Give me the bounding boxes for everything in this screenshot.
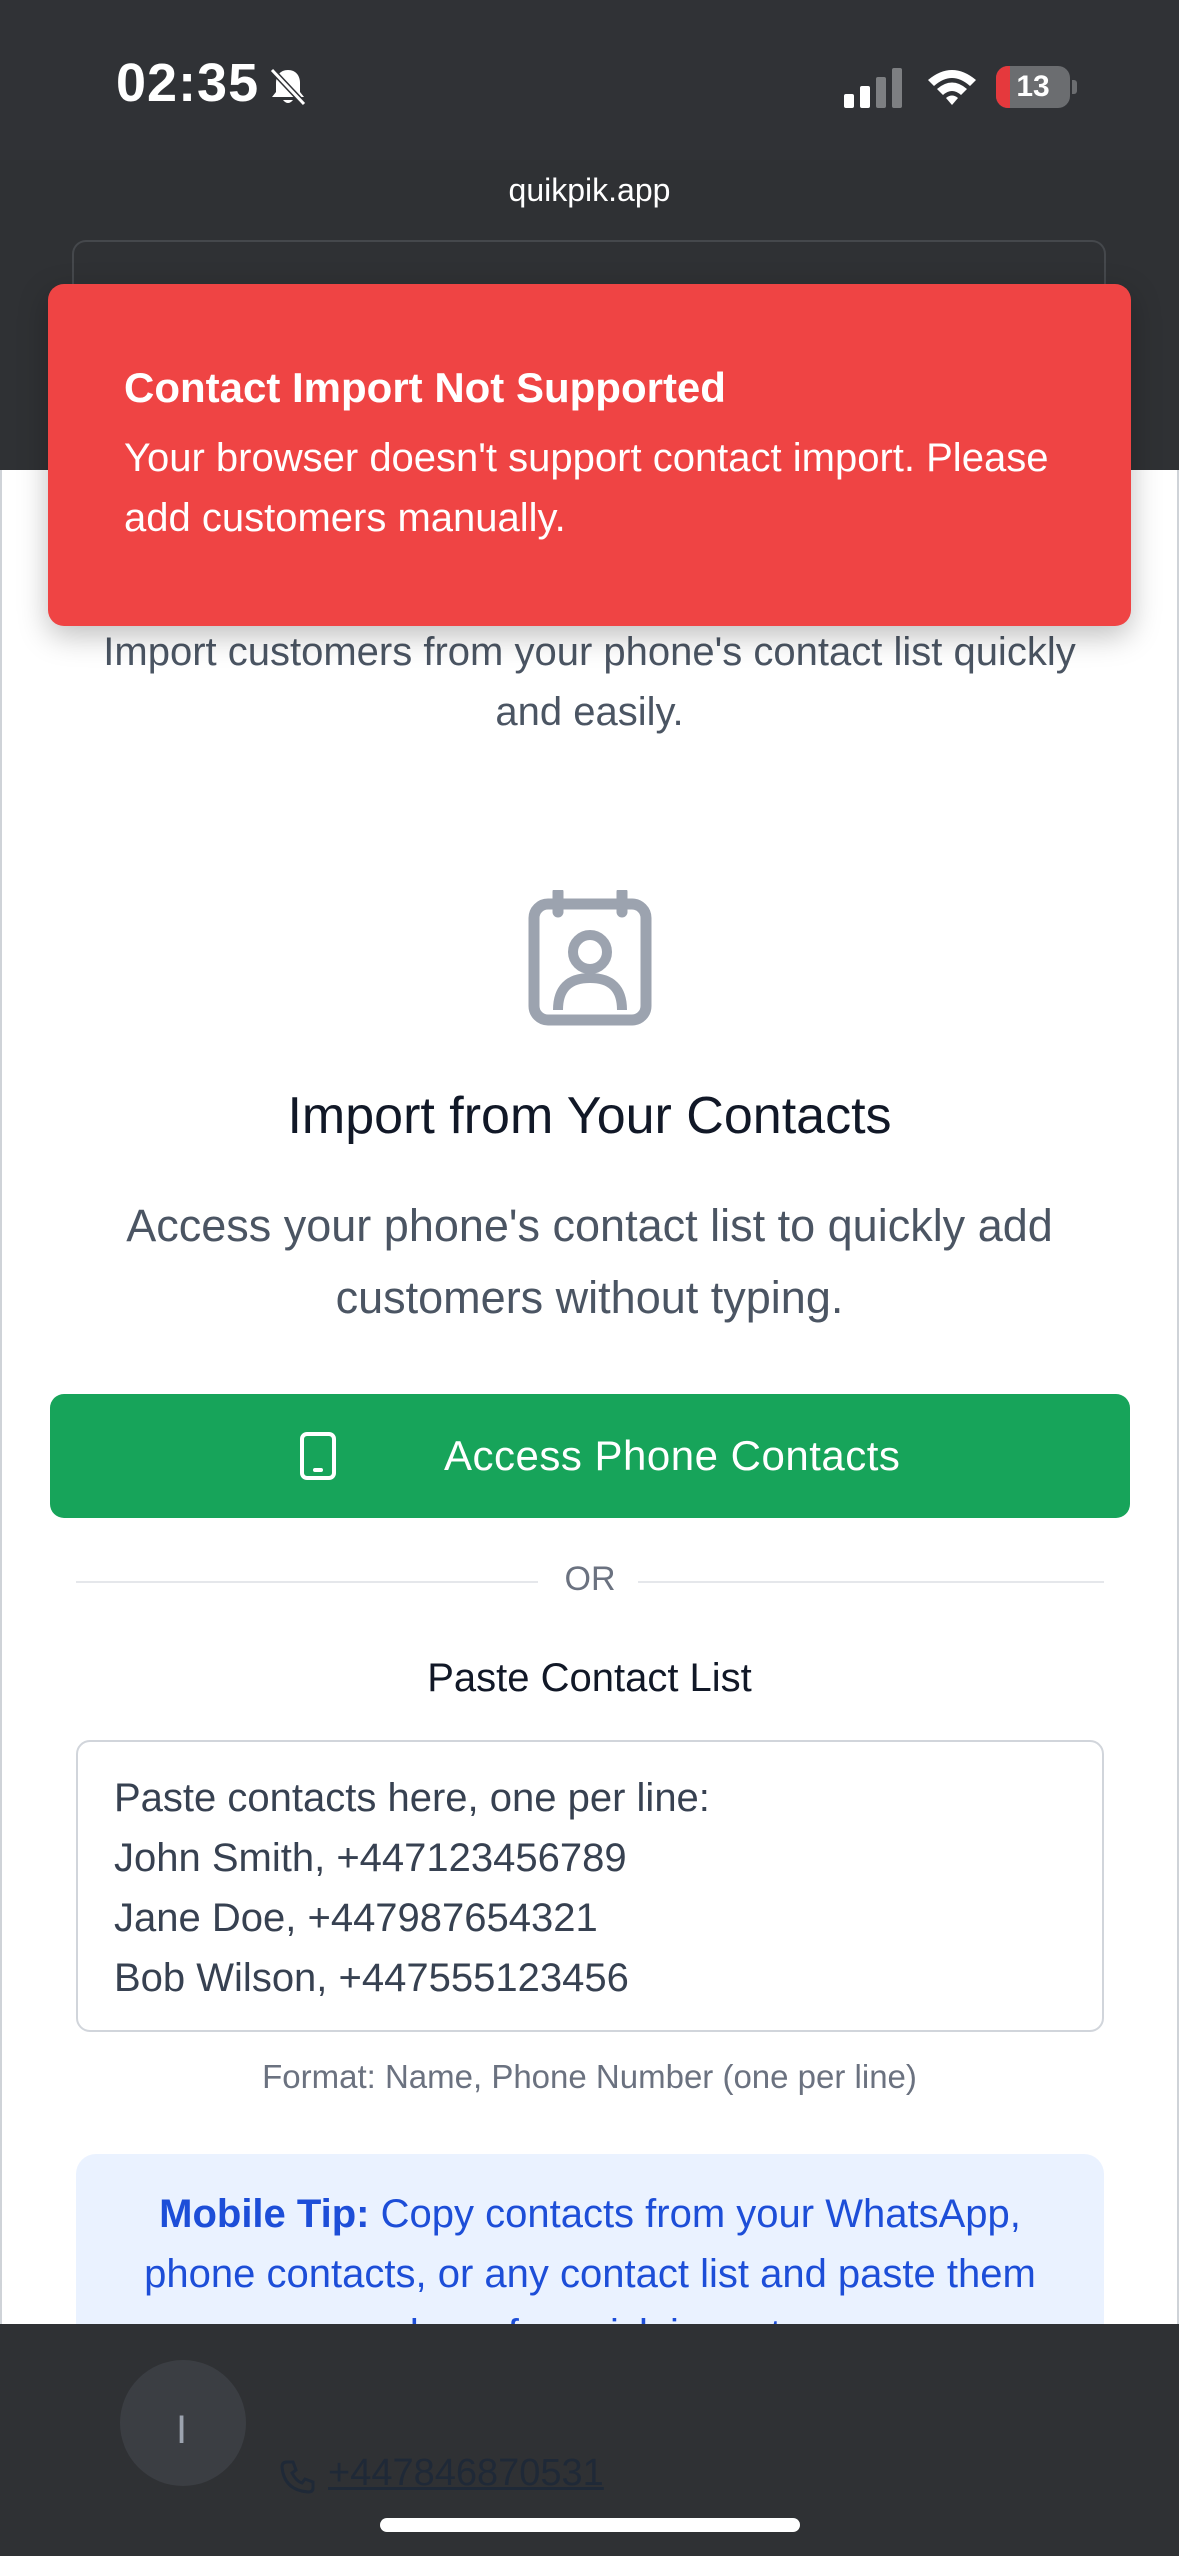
signal-icon: [844, 68, 902, 108]
phone-icon: [280, 2460, 315, 2494]
format-hint: Format: Name, Phone Number (one per line…: [262, 2058, 917, 2095]
browser-url[interactable]: quikpik.app: [0, 172, 1179, 209]
smartphone-icon: [300, 1432, 336, 1480]
bell-slash-icon: [269, 67, 307, 107]
contact-book-icon: [528, 890, 652, 1026]
toast-message: Your browser doesn't support contact imp…: [124, 436, 1049, 540]
paste-contacts-textarea[interactable]: Paste contacts here, one per line: John …: [76, 1740, 1104, 2032]
toast-title: Contact Import Not Supported: [124, 364, 726, 411]
error-toast[interactable]: Contact Import Not Supported Your browse…: [48, 284, 1131, 626]
customer-phone-link[interactable]: +447846870531: [328, 2452, 604, 2495]
access-phone-contacts-button[interactable]: Access Phone Contacts: [50, 1394, 1130, 1518]
import-heading: Import from Your Contacts: [287, 1087, 892, 1145]
battery-level: 13: [1016, 70, 1050, 103]
avatar-initial: I: [176, 2408, 188, 2452]
or-label: OR: [564, 1560, 616, 1598]
screen: 02:35 13 quikpik.app Import customers fr…: [0, 0, 1179, 2556]
or-divider: OR: [76, 1556, 1104, 1606]
import-description: Access your phone's contact list to quic…: [126, 1200, 1053, 1323]
status-time: 02:35: [116, 53, 260, 113]
tip-label: Mobile Tip:: [159, 2192, 370, 2236]
paste-title: Paste Contact List: [427, 1656, 752, 1700]
home-indicator: [380, 2518, 800, 2532]
battery-icon: 13: [996, 66, 1077, 108]
import-intro: Import customers from your phone's conta…: [103, 630, 1076, 734]
status-bar: 02:35 13 quikpik.app: [0, 0, 1179, 208]
wifi-icon: [928, 70, 976, 105]
access-button-label: Access Phone Contacts: [444, 1432, 901, 1479]
